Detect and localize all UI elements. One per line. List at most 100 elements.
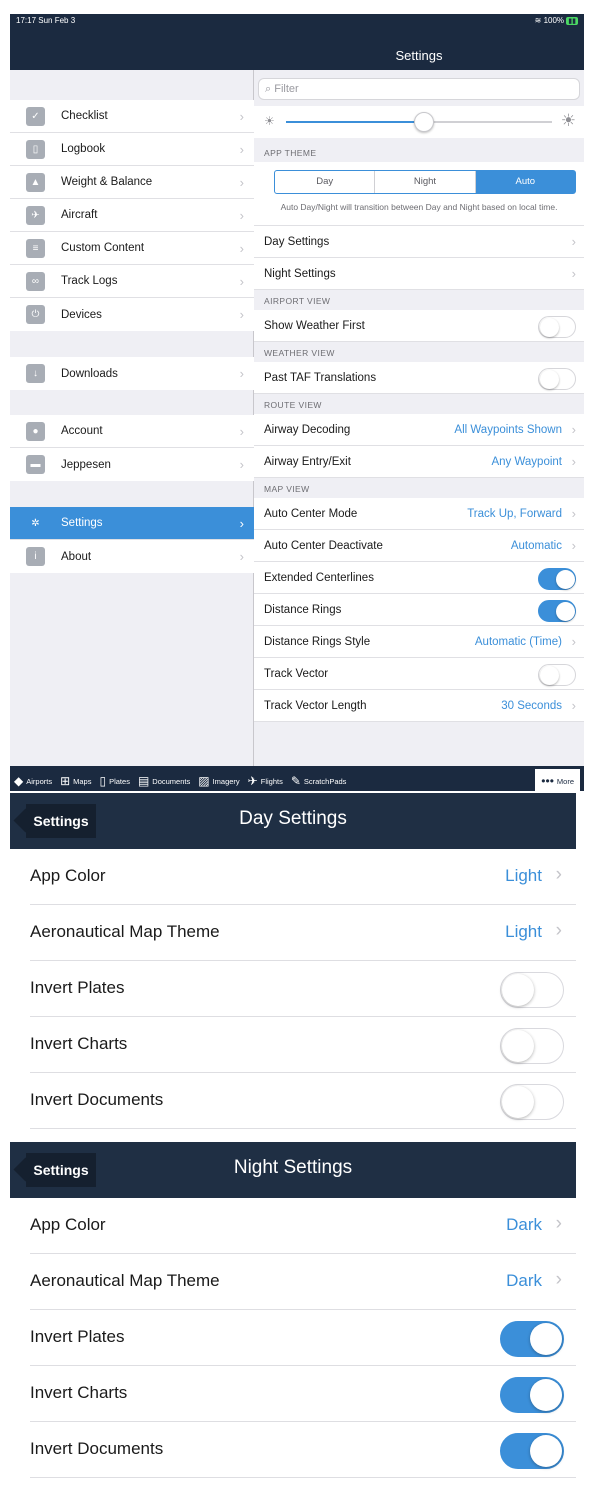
tab-label: Documents [152, 776, 191, 786]
track-vector-row: Track Vector [254, 658, 584, 690]
toggle-knob [530, 1323, 562, 1355]
battery-icon: ▮▮ [566, 17, 578, 25]
extended-centerlines-toggle[interactable] [538, 568, 576, 590]
sidebar-item-aircraft[interactable]: ✈ Aircraft › [10, 199, 254, 232]
night-map-theme-row[interactable]: Aeronautical Map Theme Dark › [30, 1254, 576, 1310]
sidebar-item-downloads[interactable]: ↓ Downloads › [10, 357, 254, 390]
sidebar-item-jeppesen[interactable]: ▬ Jeppesen › [10, 448, 254, 481]
tab-scratchpads[interactable]: ✎ ScratchPads [287, 774, 351, 788]
tab-label: Airports [26, 776, 53, 786]
status-time: 17:17 Sun Feb 3 [16, 16, 76, 25]
invert-charts-toggle[interactable] [500, 1028, 564, 1064]
invert-documents-label: Invert Documents [30, 1090, 164, 1109]
chevron-right-icon: › [571, 422, 576, 437]
theme-option-night[interactable]: Night [375, 171, 476, 193]
page: 17:17 Sun Feb 3 ≋ 100% ▮▮ Settings ✓ Che… [0, 0, 589, 1488]
theme-option-auto[interactable]: Auto [475, 171, 575, 193]
sidebar-item-about[interactable]: i About › [10, 540, 254, 573]
tab-flights[interactable]: ✈ Flights [244, 774, 287, 788]
sidebar-group-settings: ✲ Settings › i About › [10, 507, 254, 573]
section-header-map-view: MAP VIEW [254, 478, 584, 498]
book-icon: ▯ [26, 139, 45, 159]
show-weather-first-toggle[interactable] [538, 316, 576, 338]
airway-decoding-row[interactable]: Airway Decoding All Waypoints Shown › [254, 414, 584, 446]
sidebar-item-label: Downloads [61, 367, 118, 380]
sidebar-item-account[interactable]: ● Account › [10, 415, 254, 448]
night-settings-row[interactable]: Night Settings › [254, 258, 584, 290]
tab-documents[interactable]: ▤ Documents [134, 774, 194, 788]
night-settings-panel: Settings Night Settings App Color Dark ›… [10, 1142, 576, 1478]
sidebar-item-label: Custom Content [61, 242, 145, 254]
brightness-slider-thumb[interactable] [414, 112, 435, 132]
tab-maps[interactable]: ⊞ Maps [56, 774, 95, 788]
nav-bar: Settings [10, 28, 584, 70]
day-settings-row[interactable]: Day Settings › [254, 226, 584, 258]
track-vector-toggle[interactable] [538, 664, 576, 686]
chevron-right-icon: › [239, 515, 244, 531]
past-taf-toggle[interactable] [538, 368, 576, 390]
section-header-airport-view: AIRPORT VIEW [254, 290, 584, 310]
filter-input[interactable]: ⌕ Filter [258, 78, 580, 100]
night-settings-label: Night Settings [264, 268, 336, 280]
invert-plates-toggle[interactable] [500, 1321, 564, 1357]
sidebar-item-logbook[interactable]: ▯ Logbook › [10, 133, 254, 166]
document-icon: ≡ [26, 238, 45, 258]
invert-documents-toggle[interactable] [500, 1084, 564, 1120]
brightness-slider[interactable] [286, 112, 552, 132]
back-button[interactable]: Settings [26, 804, 96, 838]
chevron-right-icon: › [571, 234, 576, 249]
more-dots-icon: ••• [541, 774, 554, 788]
back-button[interactable]: Settings [26, 1153, 96, 1187]
airway-entry-row[interactable]: Airway Entry/Exit Any Waypoint › [254, 446, 584, 478]
night-invert-plates-row: Invert Plates [30, 1310, 576, 1366]
day-settings-label: Day Settings [264, 236, 330, 248]
sidebar-group-main: ✓ Checklist › ▯ Logbook › ▲ Weight & Bal… [10, 100, 254, 331]
sun-large-icon: ☀ [560, 111, 576, 130]
sidebar-item-label: Devices [61, 308, 102, 321]
tab-more[interactable]: ••• More [535, 769, 580, 791]
day-map-theme-row[interactable]: Aeronautical Map Theme Light › [30, 905, 576, 961]
day-app-color-row[interactable]: App Color Light › [30, 849, 576, 905]
sidebar-item-label: Account [61, 425, 103, 437]
theme-option-day[interactable]: Day [275, 171, 376, 193]
chevron-right-icon: › [571, 634, 576, 649]
airway-entry-value: Any Waypoint [491, 456, 562, 468]
track-vector-length-label: Track Vector Length [264, 700, 367, 712]
auto-center-mode-row[interactable]: Auto Center Mode Track Up, Forward › [254, 498, 584, 530]
map-icon: ⊞ [60, 774, 71, 788]
distance-rings-row: Distance Rings [254, 594, 584, 626]
map-theme-label: Aeronautical Map Theme [30, 1271, 220, 1290]
theme-segmented-control[interactable]: Day Night Auto [274, 170, 576, 194]
sidebar-item-weight-balance[interactable]: ▲ Weight & Balance › [10, 166, 254, 199]
tab-label: Plates [109, 776, 130, 786]
map-theme-label: Aeronautical Map Theme [30, 922, 220, 941]
sun-small-icon: ☀ [264, 114, 275, 128]
tab-airports[interactable]: ◆ Airports [10, 774, 56, 788]
night-settings-header: Settings Night Settings [10, 1142, 576, 1198]
invert-documents-toggle[interactable] [500, 1433, 564, 1469]
auto-center-deactivate-row[interactable]: Auto Center Deactivate Automatic › [254, 530, 584, 562]
distance-rings-style-row[interactable]: Distance Rings Style Automatic (Time) › [254, 626, 584, 658]
day-invert-plates-row: Invert Plates [30, 961, 576, 1017]
day-invert-charts-row: Invert Charts [30, 1017, 576, 1073]
tab-label: ScratchPads [303, 776, 347, 786]
tab-plates[interactable]: ▯ Plates [95, 774, 133, 788]
sidebar-item-custom-content[interactable]: ≡ Custom Content › [10, 232, 254, 265]
night-settings-title: Night Settings [233, 1157, 353, 1178]
airway-decoding-value: All Waypoints Shown [454, 424, 562, 436]
back-button-label: Settings [33, 1162, 89, 1178]
invert-plates-toggle[interactable] [500, 972, 564, 1008]
night-app-color-row[interactable]: App Color Dark › [30, 1198, 576, 1254]
sidebar-item-checklist[interactable]: ✓ Checklist › [10, 100, 254, 133]
invert-charts-toggle[interactable] [500, 1377, 564, 1413]
distance-rings-toggle[interactable] [538, 600, 576, 622]
track-vector-length-row[interactable]: Track Vector Length 30 Seconds › [254, 690, 584, 722]
tab-imagery[interactable]: ▨ Imagery [194, 774, 243, 788]
sidebar-item-track-logs[interactable]: ∞ Track Logs › [10, 265, 254, 298]
plug-icon: ⏻ [26, 305, 45, 324]
sidebar-group-downloads: ↓ Downloads › [10, 357, 254, 390]
sidebar-item-devices[interactable]: ⏻ Devices › [10, 298, 254, 331]
sidebar-item-settings[interactable]: ✲ Settings › [10, 507, 254, 540]
chevron-right-icon: › [555, 1269, 562, 1290]
toggle-knob [540, 370, 559, 389]
